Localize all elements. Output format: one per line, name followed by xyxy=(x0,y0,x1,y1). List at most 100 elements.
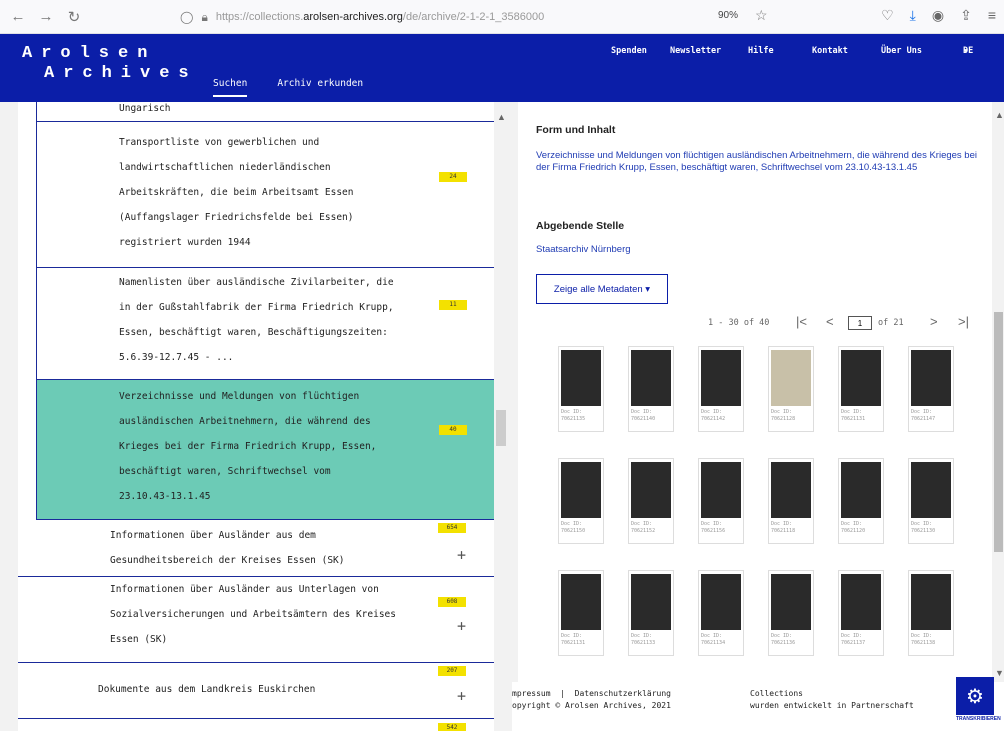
tree-item-namenlisten[interactable]: Namenlisten über ausländische Zivilarbei… xyxy=(36,268,494,380)
gear-icon: ⚙ xyxy=(966,685,984,708)
expand-plus-icon[interactable]: + xyxy=(457,546,466,564)
document-id-label: Doc ID: 70621147 xyxy=(911,409,936,422)
impressum-link[interactable]: mpressum xyxy=(512,689,551,698)
document-thumbnail[interactable]: Doc ID: 70621136 xyxy=(768,570,814,656)
expand-plus-icon[interactable]: + xyxy=(457,687,466,705)
document-id-label: Doc ID: 70621142 xyxy=(701,409,726,422)
document-thumbnail[interactable]: Doc ID: 70621130 xyxy=(908,458,954,544)
language-label: DE xyxy=(963,46,974,56)
nav-archiv-erkunden[interactable]: Archiv erkunden xyxy=(277,78,363,97)
document-thumbnail[interactable]: Doc ID: 70621131 xyxy=(838,346,884,432)
forward-arrow-icon[interactable]: → xyxy=(34,5,58,29)
tree-item-transportliste[interactable]: Transportliste von gewerblichen und landw… xyxy=(36,122,494,268)
detail-content: Form und Inhalt Verzeichnisse und Meldun… xyxy=(518,102,992,682)
source-heading: Abgebende Stelle xyxy=(536,220,625,232)
document-id-label: Doc ID: 70621131 xyxy=(841,409,866,422)
document-id-label: Doc ID: 70621118 xyxy=(771,521,796,534)
download-icon[interactable]: ⤓ xyxy=(910,7,916,24)
document-thumbnail[interactable]: Doc ID: 70621118 xyxy=(768,458,814,544)
url-bar[interactable]: ◯ 🔒︎ https://collections. arolsen-archive… xyxy=(180,6,800,28)
document-thumbnail[interactable]: Doc ID: 70621128 xyxy=(768,346,814,432)
document-id-label: Doc ID: 70621156 xyxy=(701,521,726,534)
main-nav: Suchen Archiv erkunden xyxy=(213,78,363,97)
document-id-label: Doc ID: 70621140 xyxy=(631,409,656,422)
document-thumbnail[interactable]: Doc ID: 70621140 xyxy=(628,346,674,432)
document-scan-image xyxy=(631,350,671,406)
share-icon[interactable]: ⇪ xyxy=(960,7,972,24)
scroll-down-icon[interactable]: ▼ xyxy=(995,668,1004,678)
tree-item-sozialversicherungen[interactable]: Informationen über Ausländer aus Unterla… xyxy=(18,577,494,663)
count-badge: 40 xyxy=(439,425,467,435)
pocket-icon[interactable]: ♡ xyxy=(881,7,894,24)
prev-page-icon[interactable]: < xyxy=(826,314,834,329)
page-input[interactable] xyxy=(848,316,872,330)
document-thumbnail[interactable]: Doc ID: 70621142 xyxy=(698,346,744,432)
tree-item-verzeichnisse-selected[interactable]: Verzeichnisse und Meldungen von flüchtig… xyxy=(36,380,494,520)
document-id-label: Doc ID: 70621136 xyxy=(771,633,796,646)
zoom-level[interactable]: 90% xyxy=(718,10,738,21)
document-id-label: Doc ID: 70621131 xyxy=(561,633,586,646)
tree-item-label: Ungarisch xyxy=(119,103,171,114)
account-icon[interactable]: ◉ xyxy=(932,7,944,24)
document-id-label: Doc ID: 70621135 xyxy=(561,409,586,422)
settings-button[interactable]: ⚙ xyxy=(956,677,994,715)
first-page-icon[interactable]: |< xyxy=(796,314,807,329)
language-select[interactable]: DE ▾ xyxy=(963,46,973,56)
count-badge: 542 xyxy=(438,723,466,731)
reload-icon[interactable]: ↻ xyxy=(62,5,86,29)
document-thumbnail[interactable]: Doc ID: 70621147 xyxy=(908,346,954,432)
detail-scroll-thumb[interactable] xyxy=(994,312,1003,552)
document-thumbnail[interactable]: Doc ID: 70621138 xyxy=(908,570,954,656)
document-thumbnail[interactable]: Doc ID: 70621133 xyxy=(628,570,674,656)
nav-kontakt[interactable]: Kontakt xyxy=(812,46,848,56)
nav-spenden[interactable]: Spenden xyxy=(611,46,647,56)
url-prefix: https://collections. xyxy=(215,11,304,23)
document-scan-image xyxy=(701,574,741,630)
shield-icon: ◯ xyxy=(180,10,194,24)
tree-item-label: Verzeichnisse und Meldungen von flüchtig… xyxy=(119,391,377,502)
pager-range: 1 - 30 of 40 xyxy=(708,318,770,328)
site-logo[interactable]: Arolsen Archives xyxy=(22,44,198,84)
document-thumbnail[interactable]: Doc ID: 70621137 xyxy=(838,570,884,656)
footer-partner: wurden entwickelt in Partnerschaft xyxy=(750,701,914,710)
tree-item-gesundheitsbereich[interactable]: Informationen über Ausländer aus dem Gesu… xyxy=(18,520,494,577)
tree-item-euskirchen[interactable]: Dokumente aus dem Landkreis Euskirchen 2… xyxy=(18,663,494,719)
document-thumbnail[interactable]: Doc ID: 70621134 xyxy=(698,570,744,656)
tree-scroll-thumb[interactable] xyxy=(496,410,506,446)
nav-ueber-uns[interactable]: Über Uns xyxy=(881,46,922,56)
count-badge: 24 xyxy=(439,172,467,182)
document-thumbnail[interactable]: Doc ID: 70621135 xyxy=(558,346,604,432)
url-host: arolsen-archives.org xyxy=(303,11,403,23)
show-metadata-button[interactable]: Zeige alle Metadaten ▾ xyxy=(536,274,668,304)
tree-item-label: Transportliste von gewerblichen und landw… xyxy=(119,137,354,248)
tree-item-label: Informationen über Ausländer aus dem Gesu… xyxy=(110,530,345,566)
back-arrow-icon[interactable]: ← xyxy=(6,5,30,29)
document-id-label: Doc ID: 70621138 xyxy=(911,633,936,646)
form-text: Verzeichnisse und Meldungen von flüchtig… xyxy=(536,150,977,173)
document-scan-image xyxy=(561,350,601,406)
menu-icon[interactable]: ≡ xyxy=(988,7,996,24)
document-thumbnail[interactable]: Doc ID: 70621156 xyxy=(698,458,744,544)
privacy-link[interactable]: Datenschutzerklärung xyxy=(575,689,671,698)
site-footer: mpressum | Datenschutzerklärung opyright… xyxy=(512,682,1004,731)
document-thumbnail[interactable]: Doc ID: 70621150 xyxy=(558,458,604,544)
tree-item-next[interactable]: 542 xyxy=(18,719,494,731)
scroll-up-icon[interactable]: ▲ xyxy=(995,110,1004,120)
document-id-label: Doc ID: 70621152 xyxy=(631,521,656,534)
document-thumbnail[interactable]: Doc ID: 70621120 xyxy=(838,458,884,544)
nav-suchen[interactable]: Suchen xyxy=(213,78,248,97)
expand-plus-icon[interactable]: + xyxy=(457,617,466,635)
scroll-up-icon[interactable]: ▲ xyxy=(497,112,506,122)
bookmark-star-icon[interactable]: ☆ xyxy=(755,7,768,24)
document-thumbnail[interactable]: Doc ID: 70621131 xyxy=(558,570,604,656)
next-page-icon[interactable]: > xyxy=(930,314,938,329)
document-id-label: Doc ID: 70621150 xyxy=(561,521,586,534)
count-badge: 11 xyxy=(439,300,467,310)
last-page-icon[interactable]: >| xyxy=(958,314,969,329)
document-id-label: Doc ID: 70621134 xyxy=(701,633,726,646)
document-thumbnail[interactable]: Doc ID: 70621152 xyxy=(628,458,674,544)
tree-item-label: Informationen über Ausländer aus Unterla… xyxy=(110,584,396,645)
nav-hilfe[interactable]: Hilfe xyxy=(748,46,774,56)
tree-item-ungarisch[interactable]: Ungarisch xyxy=(36,102,494,122)
nav-newsletter[interactable]: Newsletter xyxy=(670,46,721,56)
